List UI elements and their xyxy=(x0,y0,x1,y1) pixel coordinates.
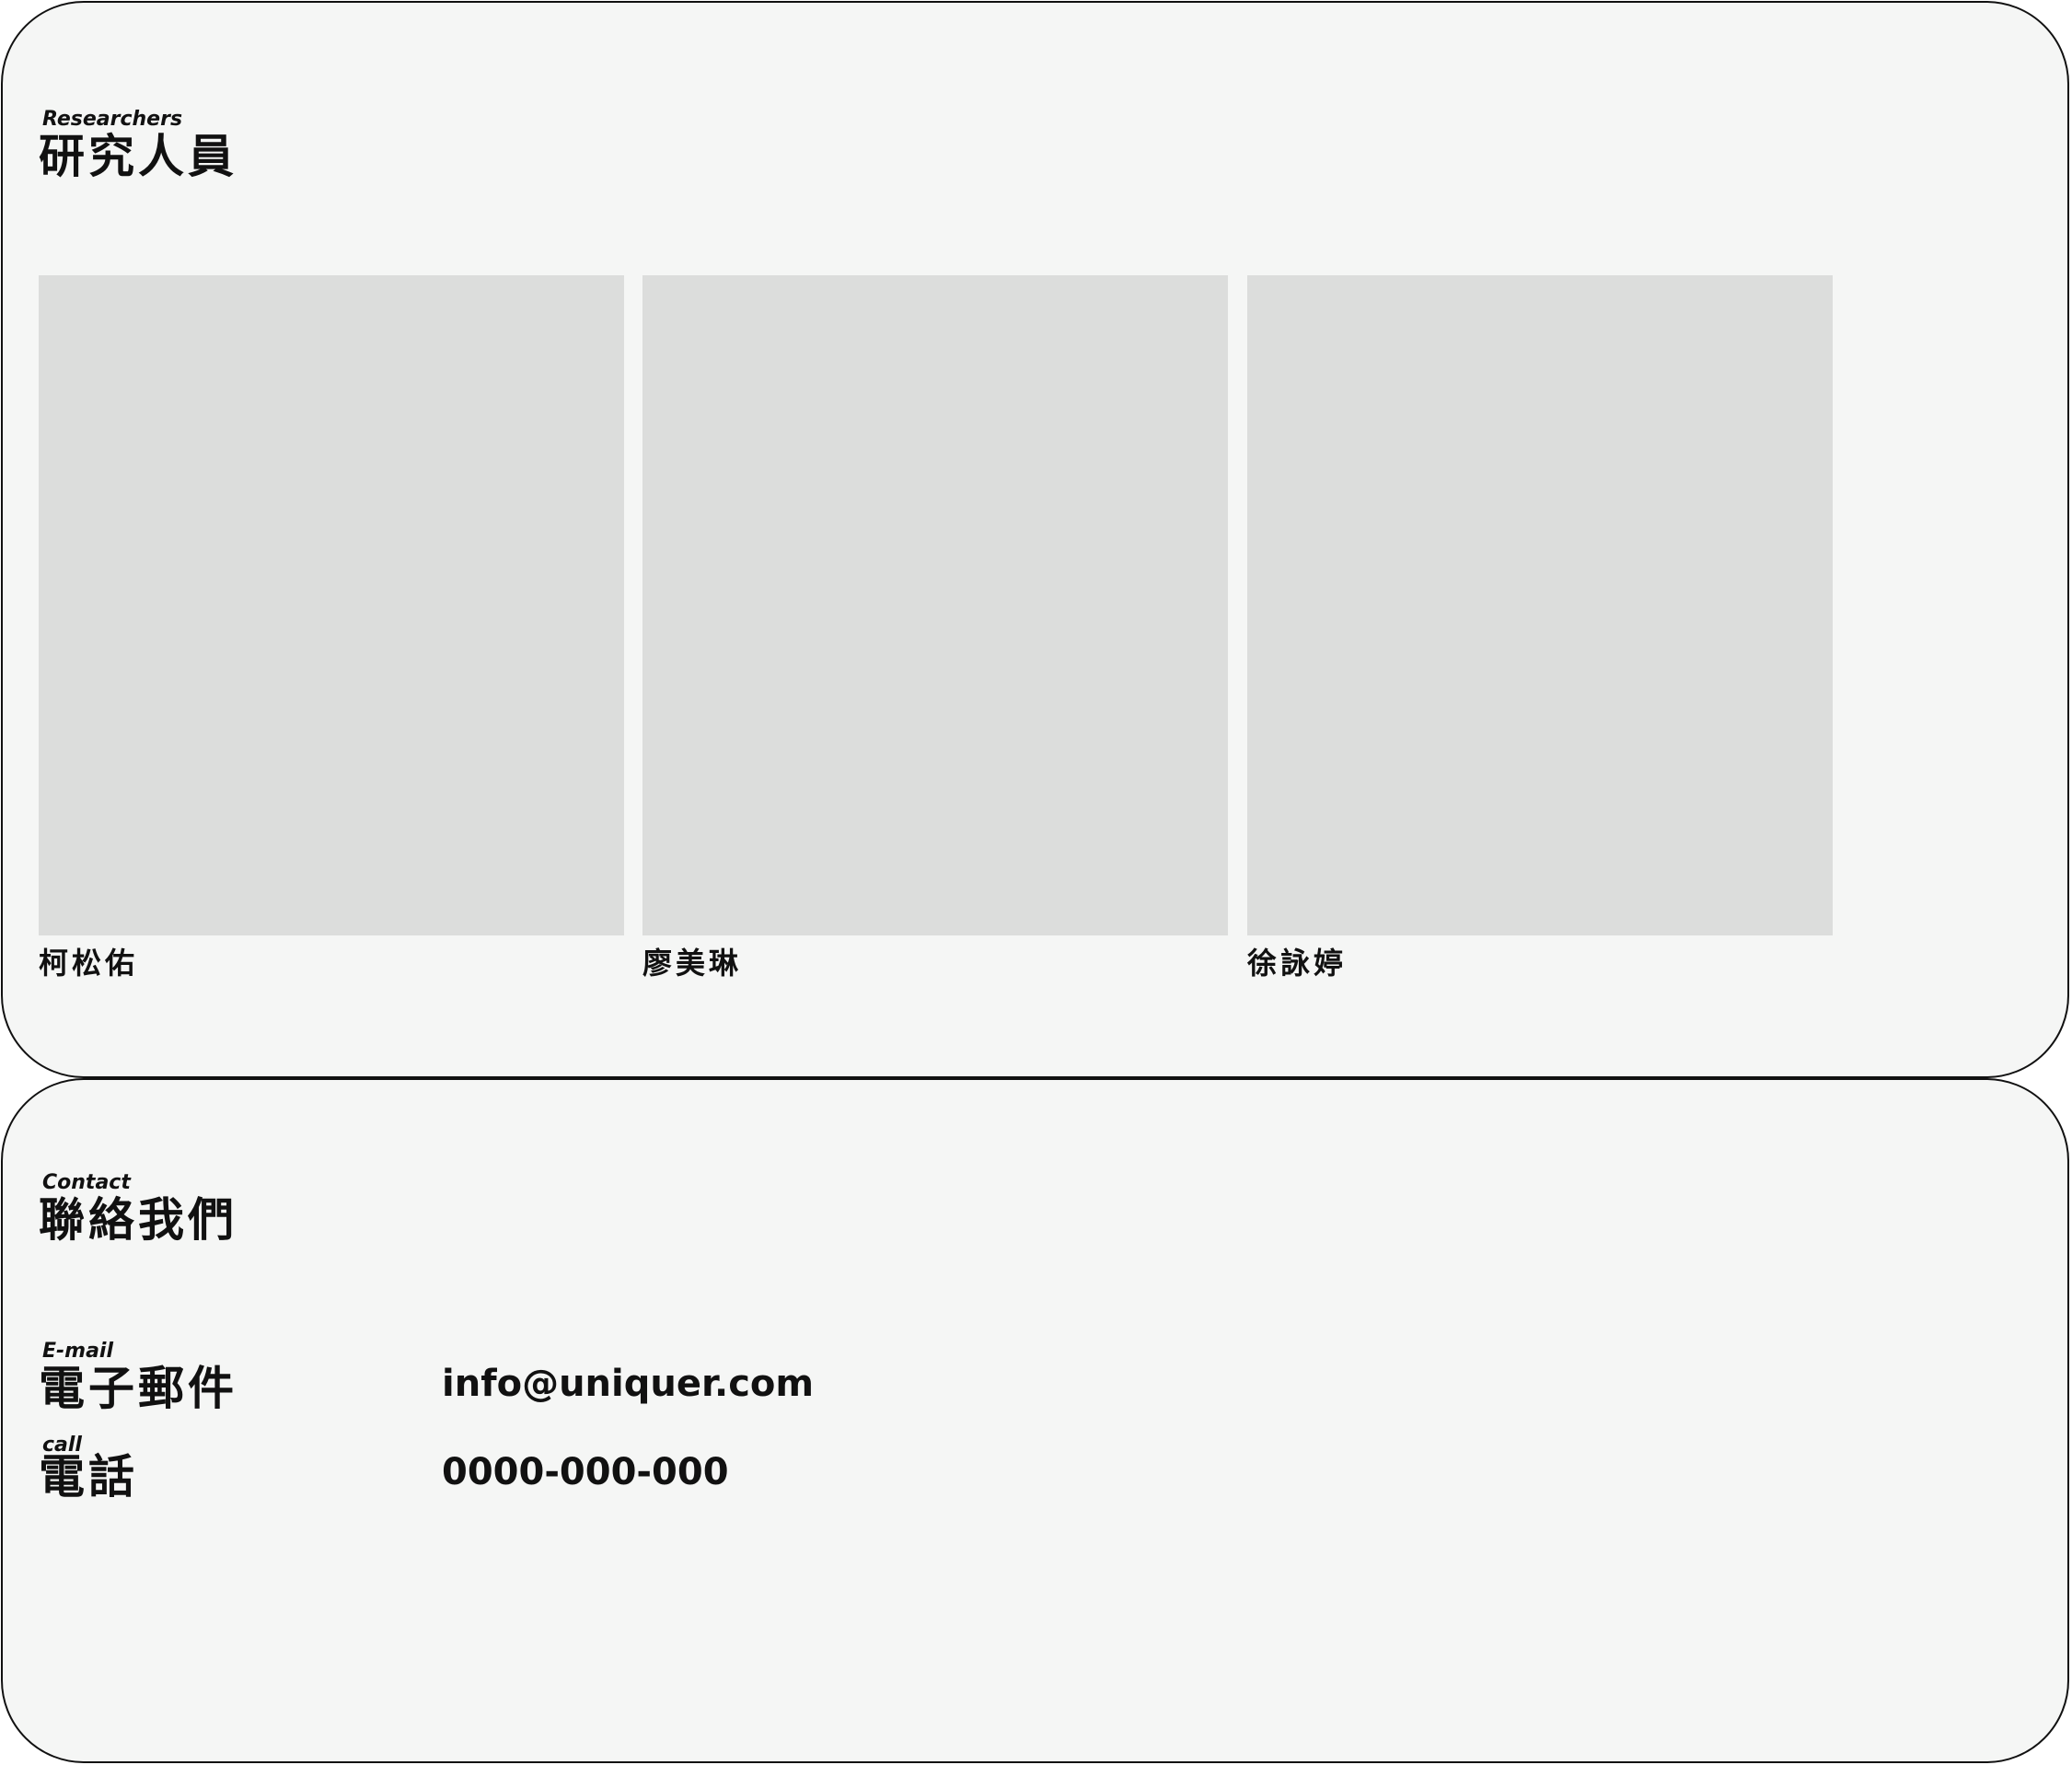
email-link[interactable]: info@uniquer.com xyxy=(442,1364,814,1404)
researcher-photo-1 xyxy=(39,275,624,935)
researcher-photo-3 xyxy=(1247,275,1833,935)
researcher-name-3: 徐詠婷 xyxy=(1247,946,1348,981)
email-label: 電子郵件 xyxy=(39,1362,237,1415)
researchers-kicker: Researchers xyxy=(42,108,183,131)
researchers-title: 研究人員 xyxy=(39,130,237,183)
email-kicker: E-mail xyxy=(42,1340,114,1363)
researcher-name-2: 廖美琳 xyxy=(642,946,743,981)
phone-label: 電話 xyxy=(39,1450,138,1504)
contact-panel xyxy=(1,1078,2069,1763)
researcher-photo-2 xyxy=(642,275,1228,935)
contact-kicker: Contact xyxy=(42,1171,131,1194)
contact-title: 聯絡我們 xyxy=(39,1193,237,1247)
phone-link[interactable]: 0000-000-000 xyxy=(442,1452,729,1492)
researcher-name-1: 柯松佑 xyxy=(39,946,139,981)
